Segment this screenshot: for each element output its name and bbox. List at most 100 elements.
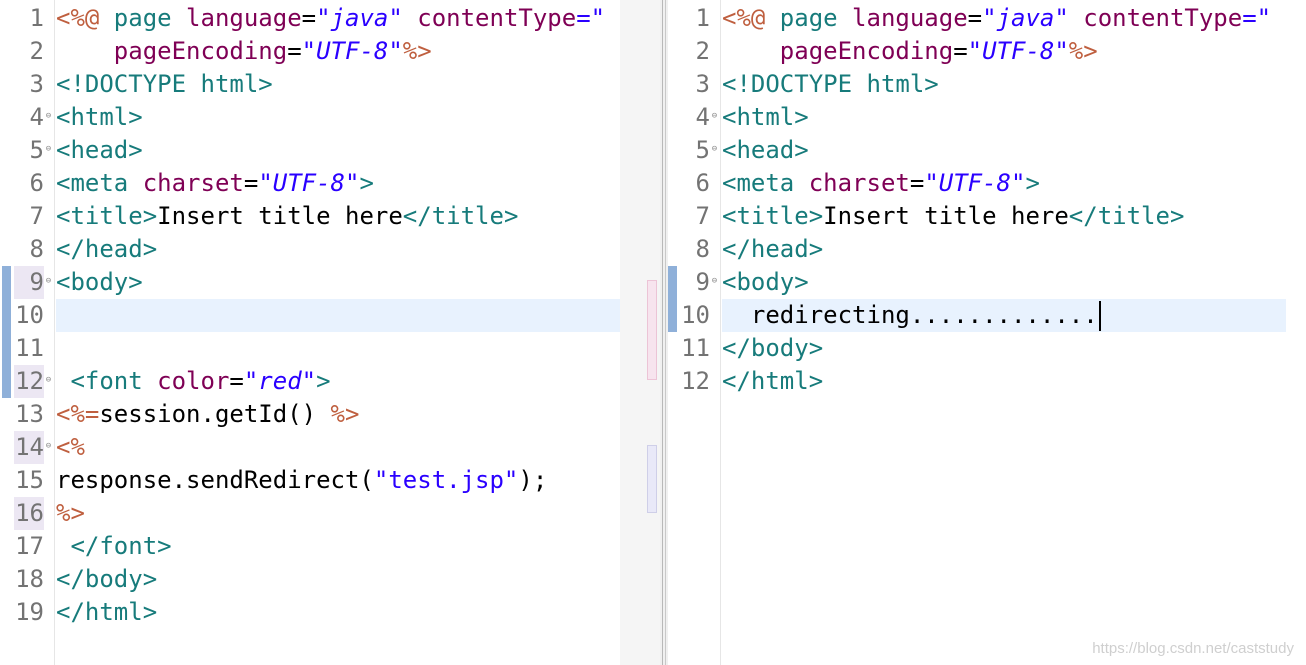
- current-code-line[interactable]: [56, 299, 620, 332]
- line-number: 11: [15, 334, 44, 362]
- java-code: );: [518, 466, 548, 494]
- code-line[interactable]: <title>Insert title here</title>: [56, 200, 620, 233]
- tag-close: >: [1025, 169, 1040, 197]
- html-tag: <meta: [56, 169, 143, 197]
- tag-close: >: [924, 70, 939, 98]
- fold-toggle-icon[interactable]: ⊖: [44, 442, 53, 451]
- html-tag: </head>: [56, 235, 158, 263]
- editor-split-divider[interactable]: [660, 0, 668, 665]
- attribute-name: charset: [142, 169, 244, 197]
- html-tag: </html>: [56, 598, 158, 626]
- fold-toggle-icon[interactable]: ⊖: [44, 277, 53, 286]
- change-indicator-bar: [668, 266, 677, 332]
- code-line[interactable]: <%@ page language="java" contentType=": [722, 2, 1286, 35]
- equals-sign: =: [953, 37, 968, 65]
- code-line[interactable]: <title>Insert title here</title>: [722, 200, 1286, 233]
- left-code-editor[interactable]: 1 2 3 4 ⊖ 5 ⊖ 6 7 8 9 ⊖ 10 11 12 ⊖ 13 14…: [0, 0, 660, 665]
- line-number: 2: [29, 37, 44, 65]
- line-number: 15: [15, 466, 44, 494]
- attribute-name: pageEncoding: [779, 37, 954, 65]
- code-line[interactable]: <body>: [722, 266, 1286, 299]
- text-caret: [1098, 301, 1101, 331]
- html-tag: </body>: [56, 565, 158, 593]
- right-code-editor[interactable]: 1 2 3 4 ⊖ 5 ⊖ 6 7 8 9 ⊖ 10 11 12 <%@ pag…: [668, 0, 1306, 665]
- code-line[interactable]: <!DOCTYPE html>: [722, 68, 1286, 101]
- code-line[interactable]: </body>: [56, 563, 620, 596]
- code-line[interactable]: %>: [56, 497, 620, 530]
- line-number: 8: [29, 235, 44, 263]
- text-content: Insert title here: [823, 202, 1069, 230]
- change-marker[interactable]: [647, 445, 657, 513]
- fold-toggle-icon[interactable]: ⊖: [44, 376, 53, 385]
- html-tag: </body>: [722, 334, 824, 362]
- code-line[interactable]: pageEncoding="UTF-8"%>: [56, 35, 620, 68]
- attribute-value: =": [1242, 4, 1272, 32]
- fold-toggle-icon[interactable]: ⊖: [710, 277, 719, 286]
- line-number: 13: [15, 400, 44, 428]
- code-line[interactable]: <%: [56, 431, 620, 464]
- code-line[interactable]: </body>: [722, 332, 1286, 365]
- current-code-line[interactable]: redirecting.............: [722, 299, 1286, 332]
- string-literal: "test.jsp": [373, 466, 519, 494]
- code-line[interactable]: </html>: [722, 365, 1286, 398]
- line-number: 10: [681, 301, 710, 329]
- attribute-name: language: [852, 4, 968, 32]
- code-area[interactable]: <%@ page language="java" contentType=" p…: [56, 2, 620, 629]
- html-tag: </font>: [56, 532, 172, 560]
- attribute-value: "java": [982, 4, 1069, 32]
- attribute-value: "java": [316, 4, 403, 32]
- html-tag: <title>: [722, 202, 824, 230]
- html-tag: <head>: [56, 136, 143, 164]
- code-line[interactable]: <head>: [722, 134, 1286, 167]
- fold-toggle-icon[interactable]: ⊖: [710, 112, 719, 121]
- code-area[interactable]: <%@ page language="java" contentType=" p…: [722, 2, 1286, 398]
- line-number: 4: [29, 103, 44, 131]
- code-line[interactable]: <html>: [56, 101, 620, 134]
- fold-toggle-icon[interactable]: ⊖: [44, 145, 53, 154]
- code-line[interactable]: </head>: [56, 233, 620, 266]
- equals-sign: =: [243, 169, 259, 197]
- attribute-value: "red": [243, 367, 317, 395]
- code-line[interactable]: <!DOCTYPE html>: [56, 68, 620, 101]
- overview-ruler[interactable]: [620, 0, 660, 665]
- directive-name: page: [113, 4, 187, 32]
- jsp-scriptlet-open: <%: [56, 433, 85, 461]
- line-number: 6: [695, 169, 710, 197]
- code-line[interactable]: <body>: [56, 266, 620, 299]
- attribute-name: pageEncoding: [113, 37, 288, 65]
- attribute-value: "UTF-8": [301, 37, 403, 65]
- line-number: 14: [14, 431, 44, 464]
- code-line[interactable]: </font>: [56, 530, 620, 563]
- code-line[interactable]: [56, 332, 620, 365]
- line-number: 7: [695, 202, 710, 230]
- doctype: <!DOCTYPE: [56, 70, 201, 98]
- line-number: 12: [14, 365, 44, 398]
- line-number: 5: [29, 136, 44, 164]
- code-line[interactable]: <font color="red">: [56, 365, 620, 398]
- code-line[interactable]: <meta charset="UTF-8">: [56, 167, 620, 200]
- code-line[interactable]: <%@ page language="java" contentType=": [56, 2, 620, 35]
- equals-sign: =: [301, 4, 317, 32]
- change-marker[interactable]: [647, 280, 657, 380]
- code-line[interactable]: <html>: [722, 101, 1286, 134]
- code-line[interactable]: response.sendRedirect("test.jsp");: [56, 464, 620, 497]
- line-number: 17: [15, 532, 44, 560]
- fold-toggle-icon[interactable]: ⊖: [44, 112, 53, 121]
- code-line[interactable]: </head>: [722, 233, 1286, 266]
- code-line[interactable]: <meta charset="UTF-8">: [722, 167, 1286, 200]
- line-number: 6: [29, 169, 44, 197]
- equals-sign: =: [287, 37, 302, 65]
- code-line[interactable]: </html>: [56, 596, 620, 629]
- text-content: Insert title here: [157, 202, 403, 230]
- code-line[interactable]: <head>: [56, 134, 620, 167]
- jsp-directive-close: %>: [1068, 37, 1098, 65]
- fold-toggle-icon[interactable]: ⊖: [710, 145, 719, 154]
- line-number: 1: [29, 4, 44, 32]
- equals-sign: =: [229, 367, 244, 395]
- code-line[interactable]: pageEncoding="UTF-8"%>: [722, 35, 1286, 68]
- code-line[interactable]: <%=session.getId() %>: [56, 398, 620, 431]
- html-tag: <title>: [56, 202, 158, 230]
- tag-close: >: [359, 169, 374, 197]
